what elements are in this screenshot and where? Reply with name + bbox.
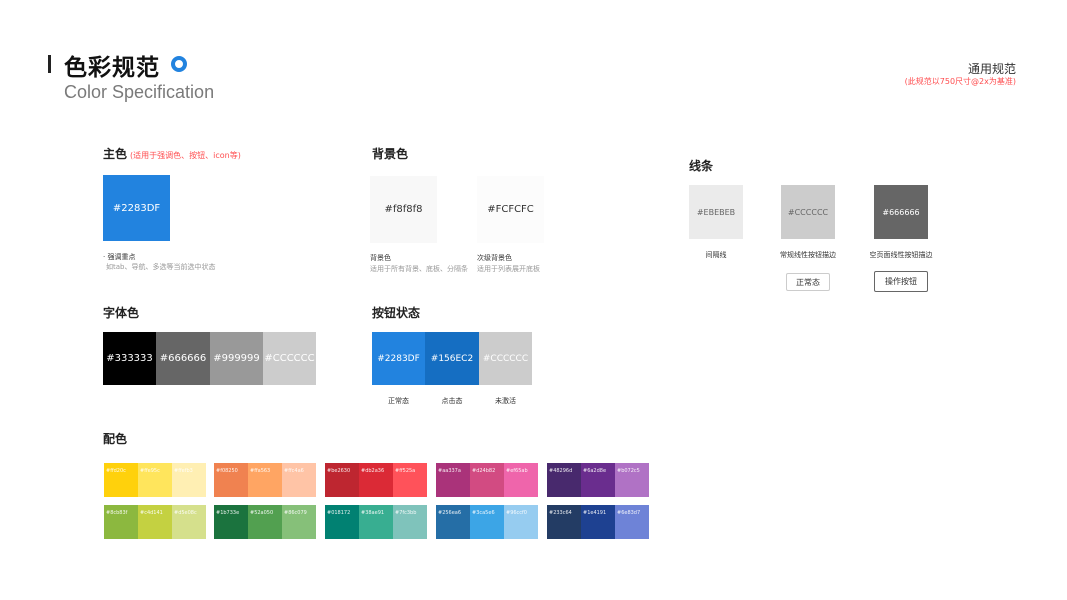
primary-caption-detail: 如tab、导航、多选等当前选中状态 [106,263,216,271]
button-border-swatch-label: #CCCCCC [787,207,829,217]
palette-swatch: #d5e08c [172,505,206,539]
palette-swatch: #ff525a [393,463,427,497]
primary-heading: 主色 (适用于强调色、按钮、icon等) [103,145,241,162]
primary-swatch: #2283DF [103,175,170,241]
button-state-caption: 未激活 [495,397,516,405]
button-state-caption: 正常态 [388,397,409,405]
palette-swatch: #ffd20c [104,463,138,497]
palette-swatch: #db2a36 [359,463,393,497]
spec-base-note: (此规范以750尺寸@2x为基准) [904,77,1016,86]
divider-line-caption: 间隔线 [705,251,727,259]
palette-row: #018172 #38ae91 #7fc3bb [325,505,427,539]
button-states-strip: #2283DF #156EC2 #CCCCCC [372,332,532,385]
palette-row: #8cb83f #c4d141 #d5e08c [104,505,206,539]
action-button[interactable]: 操作按钮 [874,271,928,292]
background-heading: 背景色 [372,147,409,161]
secondary-background-swatch: #FCFCFC [477,176,544,243]
button-state-swatch-label: #156EC2 [430,353,474,364]
palette-swatch: #96ccf0 [504,505,538,539]
font-color-swatch-label: #CCCCCC [264,353,315,364]
palette-heading: 配色 [103,432,128,446]
empty-page-button-border-swatch-label: #666666 [882,207,920,217]
button-state-swatch-label: #2283DF [377,353,420,364]
primary-swatch-label: #2283DF [112,202,161,214]
palette-swatch: #3ca5e6 [470,505,504,539]
font-colors-heading: 字体色 [103,306,140,320]
palette-row: #256ea6 #3ca5e6 #96ccf0 [436,505,538,539]
button-state-swatch: #CCCCCC [479,332,532,385]
font-color-swatch-label: #333333 [106,353,153,364]
divider-line-swatch-label: #EBEBEB [696,207,736,217]
palette-swatch: #be2630 [325,463,359,497]
palette-swatch: #256ea6 [436,505,470,539]
divider-line-swatch: #EBEBEB [689,185,743,239]
palette-swatch: #52a050 [248,505,282,539]
palette-row: #233c64 #1e4191 #6e83d7 [547,505,649,539]
palette-swatch: #b072c5 [615,463,649,497]
palette-swatch: #ffa563 [248,463,282,497]
button-border-caption: 常规线性按钮描边 [780,251,836,259]
lines-heading: 线条 [689,159,714,173]
background-caption-detail: 适用于所有背景、底板、分隔条 [370,265,468,273]
palette-swatch: #8cb83f [104,505,138,539]
font-color-swatch-label: #999999 [213,353,260,364]
palette-swatch: #ffefb3 [172,463,206,497]
palette-row: #be2630 #db2a36 #ff525a [325,463,427,497]
secondary-background-caption: 次级背景色 [477,254,512,262]
palette-swatch: #233c64 [547,505,581,539]
palette-row: #aa337a #d24b82 #ef65ab [436,463,538,497]
background-swatch-label: #f8f8f8 [384,204,423,215]
button-state-caption: 点击态 [441,397,463,405]
primary-heading-note: (适用于强调色、按钮、icon等) [130,151,241,160]
font-color-swatch: #CCCCCC [263,332,316,385]
page-title: 色彩规范 [64,55,160,81]
empty-page-button-border-caption: 空页面线性按钮描边 [869,251,933,259]
ring-icon [171,56,187,72]
background-caption: 背景色 [370,254,391,262]
spec-category: 通用规范 [967,62,1016,76]
secondary-background-swatch-label: #FCFCFC [487,204,534,215]
font-color-swatch: #666666 [156,332,210,385]
secondary-background-caption-detail: 适用于列表展开底板 [477,265,540,273]
palette-row: #ffd20c #ffe95c #ffefb3 [104,463,206,497]
palette-swatch: #018172 [325,505,359,539]
normal-state-button[interactable]: 正常态 [786,273,830,291]
palette-swatch: #f08250 [214,463,248,497]
font-color-swatch: #333333 [103,332,156,385]
empty-page-button-border-swatch: #666666 [874,185,928,239]
palette-row: #f08250 #ffa563 #ffc4a6 [214,463,316,497]
button-state-swatch: #2283DF [372,332,425,385]
palette-swatch: #d24b82 [470,463,504,497]
palette-swatch: #7fc3bb [393,505,427,539]
primary-caption: · 强调重点 [103,253,136,261]
palette-swatch: #aa337a [436,463,470,497]
button-states-heading: 按钮状态 [372,306,421,320]
palette-swatch: #6e83d7 [615,505,649,539]
button-state-swatch-label: #CCCCCC [482,353,529,364]
page-subtitle: Color Specification [64,82,215,102]
font-color-swatch: #999999 [210,332,263,385]
palette-swatch: #ffc4a6 [282,463,316,497]
palette-swatch: #48296d [547,463,581,497]
palette-swatch: #1b733e [214,505,248,539]
palette-row: #1b733e #52a050 #86c079 [214,505,316,539]
palette-row: #48296d #6a2d8e #b072c5 [547,463,649,497]
palette-swatch: #6a2d8e [581,463,615,497]
palette-swatch: #86c079 [282,505,316,539]
font-colors-strip: #333333 #666666 #999999 #CCCCCC [103,332,316,385]
palette-swatch: #1e4191 [581,505,615,539]
palette-swatch: #ef65ab [504,463,538,497]
button-border-swatch: #CCCCCC [781,185,835,239]
background-swatch: #f8f8f8 [370,176,437,243]
button-state-swatch: #156EC2 [425,332,479,385]
palette-swatch: #ffe95c [138,463,172,497]
title-accent-bar [48,55,51,73]
palette-swatch: #c4d141 [138,505,172,539]
palette-swatch: #38ae91 [359,505,393,539]
primary-heading-text: 主色 [103,147,128,161]
font-color-swatch-label: #666666 [159,353,207,364]
